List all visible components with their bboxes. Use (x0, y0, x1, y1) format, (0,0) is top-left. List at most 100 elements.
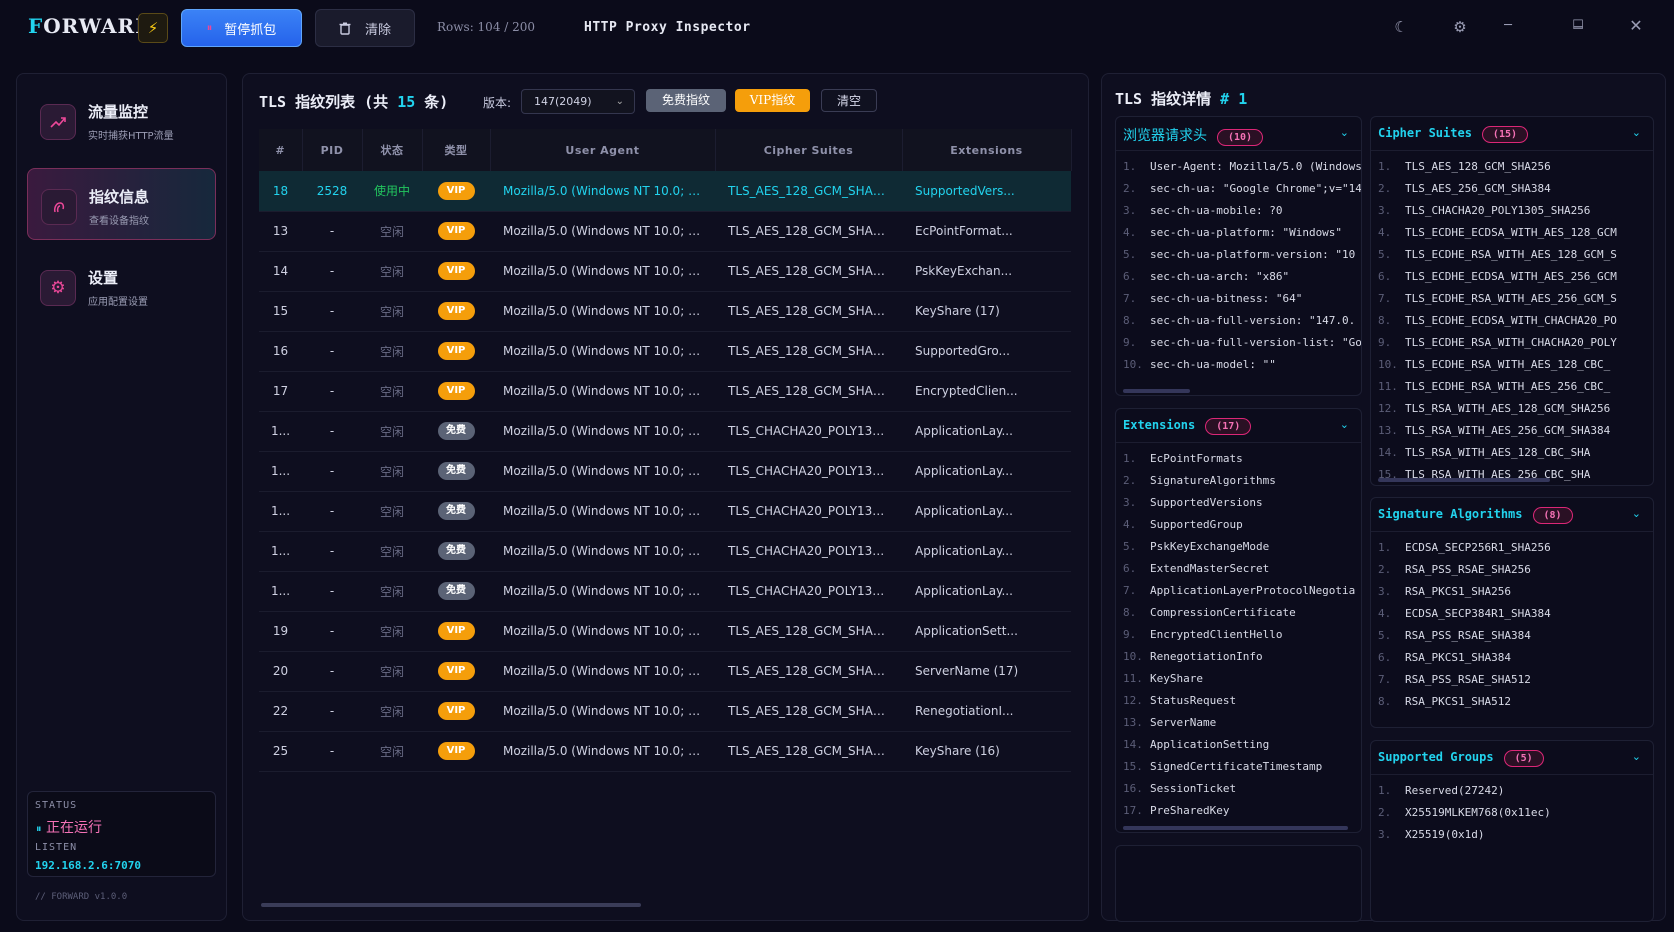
list-index: 11. (1123, 672, 1143, 685)
table-row[interactable]: 16- 空闲 VIP Mozilla/5.0 (Windows NT 10.0; Wi… (259, 331, 1071, 372)
horizontal-scrollbar[interactable] (1123, 389, 1190, 393)
table-row[interactable]: 1... - 空闲 免费 Mozilla/5.0 (Windows NT 10.0; W… (259, 451, 1071, 492)
status-panel: STATUS ⏸ 正在运行 LISTEN 192.168.2.6:7070 (27, 791, 216, 877)
list-item: 3. SupportedVersions (1123, 496, 1355, 518)
table-row[interactable]: 19- 空闲 VIP Mozilla/5.0 (Windows NT 10.0; Wi… (259, 611, 1071, 652)
type-badge: 免费 (437, 542, 475, 560)
cell-type: VIP (422, 171, 490, 212)
chevron-down-icon[interactable]: ⌄ (1340, 418, 1349, 431)
listen-address: 192.168.2.6:7070 (35, 859, 141, 872)
cell-user-agent: Mozilla/5.0 (Windows NT 10.0; Win... (490, 291, 715, 332)
cell-extensions: ServerName (17) (902, 651, 1071, 692)
list-index: 3. (1123, 204, 1137, 217)
list-item: 1. User-Agent: Mozilla/5.0 (Windows (1123, 160, 1361, 182)
list-item-text: sec-ch-ua-full-version: "147.0. (1150, 314, 1356, 327)
column-header[interactable]: Cipher Suites (715, 129, 903, 171)
table-row[interactable]: 1... - 空闲 免费 Mozilla/5.0 (Windows NT 10.0; W… (259, 491, 1071, 532)
free-fingerprint-button[interactable]: 免费指纹 (646, 89, 726, 112)
type-badge: VIP (437, 382, 475, 400)
table-row[interactable]: 20- 空闲 VIP Mozilla/5.0 (Windows NT 10.0; Wi… (259, 651, 1071, 692)
close-icon: ✕ (1629, 16, 1643, 35)
list-item-text: sec-ch-ua-bitness: "64" (1150, 292, 1303, 305)
table-row[interactable]: 1... - 空闲 免费 Mozilla/5.0 (Windows NT 10.0; W… (259, 531, 1071, 572)
column-header[interactable]: Extensions (902, 129, 1072, 171)
cell-user-agent: Mozilla/5.0 (Windows NT 10.0; Win... (490, 571, 715, 612)
list-item-text: TLS_ECDHE_RSA_WITH_AES_128_GCM_S (1405, 248, 1617, 261)
cell-type: VIP (422, 731, 490, 772)
cell-type: VIP (422, 611, 490, 652)
chevron-down-icon[interactable]: ⌄ (1632, 507, 1641, 520)
list-item-text: TLS_RSA_WITH_AES_128_CBC_SHA (1405, 446, 1591, 459)
signature-algorithms-list: 1. ECDSA_SECP256R1_SHA256 2. RSA_PSS_RSAE_S… (1378, 541, 1551, 717)
list-index: 6. (1378, 270, 1392, 283)
cell-cipher-suites: TLS_AES_128_GCM_SHA256 ... (715, 291, 902, 332)
table-row[interactable]: 1... - 空闲 免费 Mozilla/5.0 (Windows NT 10.0; W… (259, 571, 1071, 612)
horizontal-scrollbar[interactable] (1378, 478, 1550, 482)
cell-extensions: ApplicationLay... (902, 531, 1071, 572)
cell-cipher-suites: TLS_AES_128_GCM_SHA256 ... (715, 611, 902, 652)
list-item: 8. TLS_ECDHE_ECDSA_WITH_CHACHA20_PO (1378, 314, 1617, 336)
table-row[interactable]: 17- 空闲 VIP Mozilla/5.0 (Windows NT 10.0; Wi… (259, 371, 1071, 412)
maximize-button[interactable]: ☐ (1568, 18, 1588, 33)
list-item: 6. sec-ch-ua-arch: "x86" (1123, 270, 1361, 292)
horizontal-scrollbar[interactable] (1123, 826, 1348, 830)
column-header[interactable]: User Agent (490, 129, 716, 171)
minimize-window-button[interactable]: ─ (1498, 18, 1518, 33)
close-button[interactable]: ✕ (1626, 16, 1646, 35)
vip-fingerprint-button[interactable]: VIP指纹 (735, 89, 810, 112)
cell-status: 使用中 (362, 171, 422, 212)
column-header[interactable]: 类型 (422, 129, 491, 171)
horizontal-scrollbar[interactable] (261, 903, 641, 907)
list-index: 5. (1123, 540, 1137, 553)
fingerprint-detail-panel: TLS 指纹详情 # 1 浏览器请求头 (10) ⌄ 1. User-Agent: … (1101, 73, 1666, 922)
version-select[interactable]: 147(2049) ⌄ (521, 89, 635, 114)
list-item: 3. RSA_PKCS1_SHA256 (1378, 585, 1551, 607)
table-row[interactable]: 18 2528 使用中 VIP Mozilla/5.0 (Windows NT 10.0… (259, 171, 1071, 212)
chevron-down-icon[interactable]: ⌄ (1632, 750, 1641, 763)
cell-pid: - (302, 251, 362, 292)
list-index: 5. (1123, 248, 1137, 261)
table-row[interactable]: 13- 空闲 VIP Mozilla/5.0 (Windows NT 10.0; Wi… (259, 211, 1071, 252)
lightning-icon: ⚡ (147, 19, 159, 37)
clear-button[interactable]: 清除 (315, 9, 415, 47)
pause-capture-button[interactable]: ⏸ 暂停抓包 (181, 9, 302, 47)
cell-type: VIP (422, 251, 490, 292)
list-item: 5. sec-ch-ua-platform-version: "10 (1123, 248, 1361, 270)
table-row[interactable]: 22- 空闲 VIP Mozilla/5.0 (Windows NT 10.0; Wi… (259, 691, 1071, 732)
column-header[interactable]: PID (302, 129, 363, 171)
cell-id: 1... (259, 491, 302, 532)
list-index: 14. (1378, 446, 1398, 459)
sidebar-item-fingerprint[interactable]: 指纹信息 查看设备指纹 (27, 168, 216, 240)
sidebar-item-traffic-monitor[interactable]: 流量监控 实时捕获HTTP流量 (27, 84, 216, 156)
column-header[interactable]: # (259, 129, 303, 171)
cell-pid: - (302, 571, 362, 612)
list-item: 17. PreSharedKey (1123, 804, 1355, 826)
cell-extensions: ApplicationLay... (902, 491, 1071, 532)
pause-icon: ⏸ (206, 21, 213, 34)
column-header[interactable]: 状态 (362, 129, 423, 171)
list-item-text: TLS_AES_256_GCM_SHA384 (1405, 182, 1551, 195)
status-value: ⏸ 正在运行 (36, 817, 102, 837)
list-item-text: TLS_ECDHE_RSA_WITH_AES_256_CBC_ (1405, 380, 1611, 393)
count-badge: (5) (1503, 750, 1544, 767)
list-item: 11. TLS_ECDHE_RSA_WITH_AES_256_CBC_ (1378, 380, 1617, 402)
count-badge: (15) (1481, 126, 1529, 143)
table-row[interactable]: 1... - 空闲 免费 Mozilla/5.0 (Windows NT 10.0; W… (259, 411, 1071, 452)
lightning-button[interactable]: ⚡ (138, 13, 168, 43)
sidebar-item-settings[interactable]: ⚙ 设置 应用配置设置 (27, 250, 216, 322)
table-row[interactable]: 15- 空闲 VIP Mozilla/5.0 (Windows NT 10.0; Wi… (259, 291, 1071, 332)
theme-toggle-button[interactable]: ☾ (1391, 18, 1411, 36)
list-index: 9. (1123, 628, 1137, 641)
chevron-down-icon[interactable]: ⌄ (1340, 126, 1349, 139)
cell-cipher-suites: TLS_AES_128_GCM_SHA256 ... (715, 731, 902, 772)
cipher-suites-list: 1. TLS_AES_128_GCM_SHA256 2. TLS_AES_256_GC… (1378, 160, 1617, 485)
clear-list-button[interactable]: 清空 (821, 89, 877, 112)
table-row[interactable]: 25- 空闲 VIP Mozilla/5.0 (Windows NT 10.0; Wi… (259, 731, 1071, 772)
cell-id: 20 (259, 651, 302, 692)
trend-up-icon (40, 104, 76, 140)
list-item-text: X25519(0x1d) (1405, 828, 1485, 841)
table-row[interactable]: 14- 空闲 VIP Mozilla/5.0 (Windows NT 10.0; Wi… (259, 251, 1071, 292)
settings-button[interactable]: ⚙ (1450, 18, 1470, 36)
pause-capture-label: 暂停抓包 (224, 22, 277, 38)
chevron-down-icon[interactable]: ⌄ (1632, 126, 1641, 139)
